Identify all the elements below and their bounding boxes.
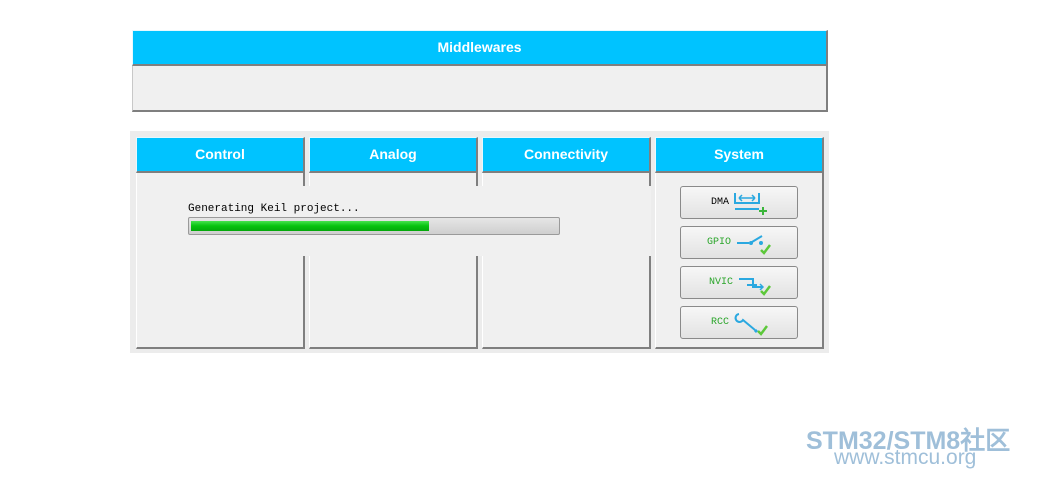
tab-system[interactable]: System	[655, 137, 824, 173]
progress-bar	[188, 217, 560, 235]
nvic-check-icon	[739, 278, 771, 296]
progress-fill	[191, 221, 429, 231]
tab-analog-label: Analog	[369, 146, 417, 162]
tab-control[interactable]: Control	[136, 137, 305, 173]
tab-connectivity[interactable]: Connectivity	[482, 137, 651, 173]
dma-button-label: DMA	[711, 197, 730, 208]
rcc-check-icon	[734, 313, 768, 336]
tab-analog[interactable]: Analog	[309, 137, 478, 173]
dma-add-icon	[734, 193, 767, 215]
middlewares-header[interactable]: Middlewares	[132, 30, 828, 66]
tab-control-label: Control	[195, 146, 245, 162]
watermark-url: www.stmcu.org	[834, 446, 977, 469]
rcc-button[interactable]: RCC	[680, 306, 798, 339]
gpio-button[interactable]: GPIO	[680, 226, 798, 259]
nvic-button-label: NVIC	[709, 277, 734, 288]
progress-label: Generating Keil project...	[188, 203, 360, 215]
middlewares-title: Middlewares	[437, 39, 522, 55]
rcc-button-label: RCC	[711, 317, 730, 328]
gpio-check-icon	[737, 235, 771, 255]
dma-button[interactable]: DMA	[680, 186, 798, 219]
gpio-button-label: GPIO	[707, 237, 732, 248]
middlewares-panel	[132, 66, 828, 112]
nvic-button[interactable]: NVIC	[680, 266, 798, 299]
tab-connectivity-label: Connectivity	[523, 146, 608, 162]
tab-system-label: System	[714, 146, 764, 162]
